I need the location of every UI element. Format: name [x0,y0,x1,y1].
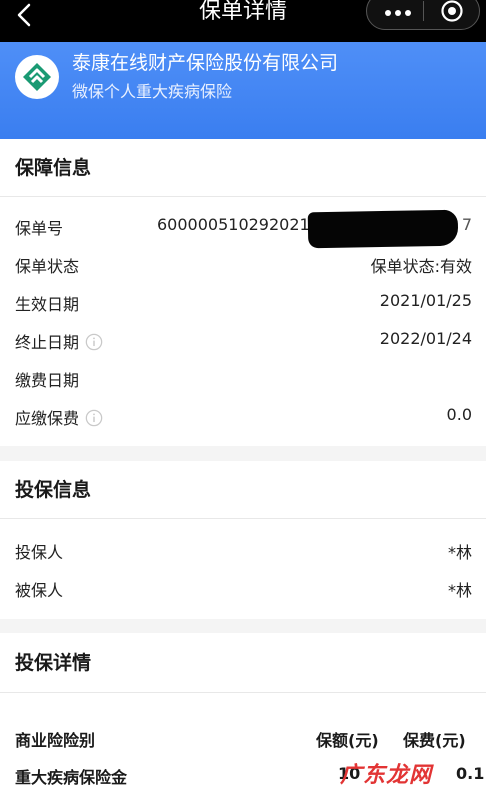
detail-table-header: 商业险险别 保额(元) 保费(元) [0,723,486,755]
row-label: 保单状态 [15,257,80,276]
insured-row: 被保人 *林 [0,569,486,607]
redaction-mark [307,209,459,249]
watermark: 广东龙网 [340,763,433,788]
row-label: 保单号 [15,219,64,238]
column-header-premium: 保费(元) [403,731,466,750]
insurer-logo [15,55,59,99]
insurer-header: 泰康在线财产保险股份有限公司 微保个人重大疾病保险 [0,42,486,139]
row-label: 投保人 [15,543,64,562]
product-name: 微保个人重大疾病保险 [72,82,233,101]
company-name: 泰康在线财产保险股份有限公司 [72,52,339,74]
payment-date-row: 缴费日期 [0,359,486,397]
dot-icon [405,10,411,16]
premium-due: 0.0 [446,405,472,424]
row-label: 生效日期 [15,295,80,314]
taikang-logo-icon [23,63,51,91]
column-header-coverage-type: 商业险险别 [15,731,96,750]
coverage-card: 保障信息 保单号 6000005102920210 7 保单状态 保单状态:有效… [0,139,486,446]
policy-number-row: 保单号 6000005102920210 7 [0,207,486,249]
policyholder-name: *林 [447,543,472,562]
row-label: 被保人 [15,581,64,600]
row-label-with-info: 应缴保费 [15,405,103,429]
premium: 0.1 [456,764,485,783]
coverage-type: 重大疾病保险金 [15,768,128,787]
policy-status-row: 保单状态 保单状态:有效 [0,245,486,283]
effective-date-row: 生效日期 2021/01/25 [0,283,486,321]
dot-icon [385,10,391,16]
close-target-icon[interactable] [440,0,464,23]
row-label: 应缴保费 [15,409,80,428]
section-title: 保障信息 [0,139,486,197]
section-title: 投保信息 [0,461,486,519]
nav-bar: 保单详情 [0,0,486,42]
policy-number: 6000005102920210 [157,215,320,234]
column-header-sum-insured: 保额(元) [316,731,379,750]
insure-card: 投保信息 投保人 *林 被保人 *林 [0,461,486,619]
end-date-row: 终止日期 2022/01/24 [0,321,486,359]
policy-status: 保单状态:有效 [370,257,472,276]
policy-number-tail: 7 [461,215,472,234]
row-label-with-info: 终止日期 [15,329,103,353]
row-label: 缴费日期 [15,371,80,390]
end-date: 2022/01/24 [379,329,472,348]
mini-program-capsule [366,0,480,30]
capsule-divider [423,1,424,21]
effective-date: 2021/01/25 [379,291,472,310]
row-label: 终止日期 [15,333,80,352]
dot-icon [395,10,401,16]
section-title: 投保详情 [0,633,486,693]
info-icon[interactable] [85,409,103,427]
premium-due-row: 应缴保费 0.0 [0,397,486,435]
more-button[interactable] [385,10,411,16]
info-icon[interactable] [85,333,103,351]
insured-name: *林 [447,581,472,600]
policyholder-row: 投保人 *林 [0,531,486,569]
